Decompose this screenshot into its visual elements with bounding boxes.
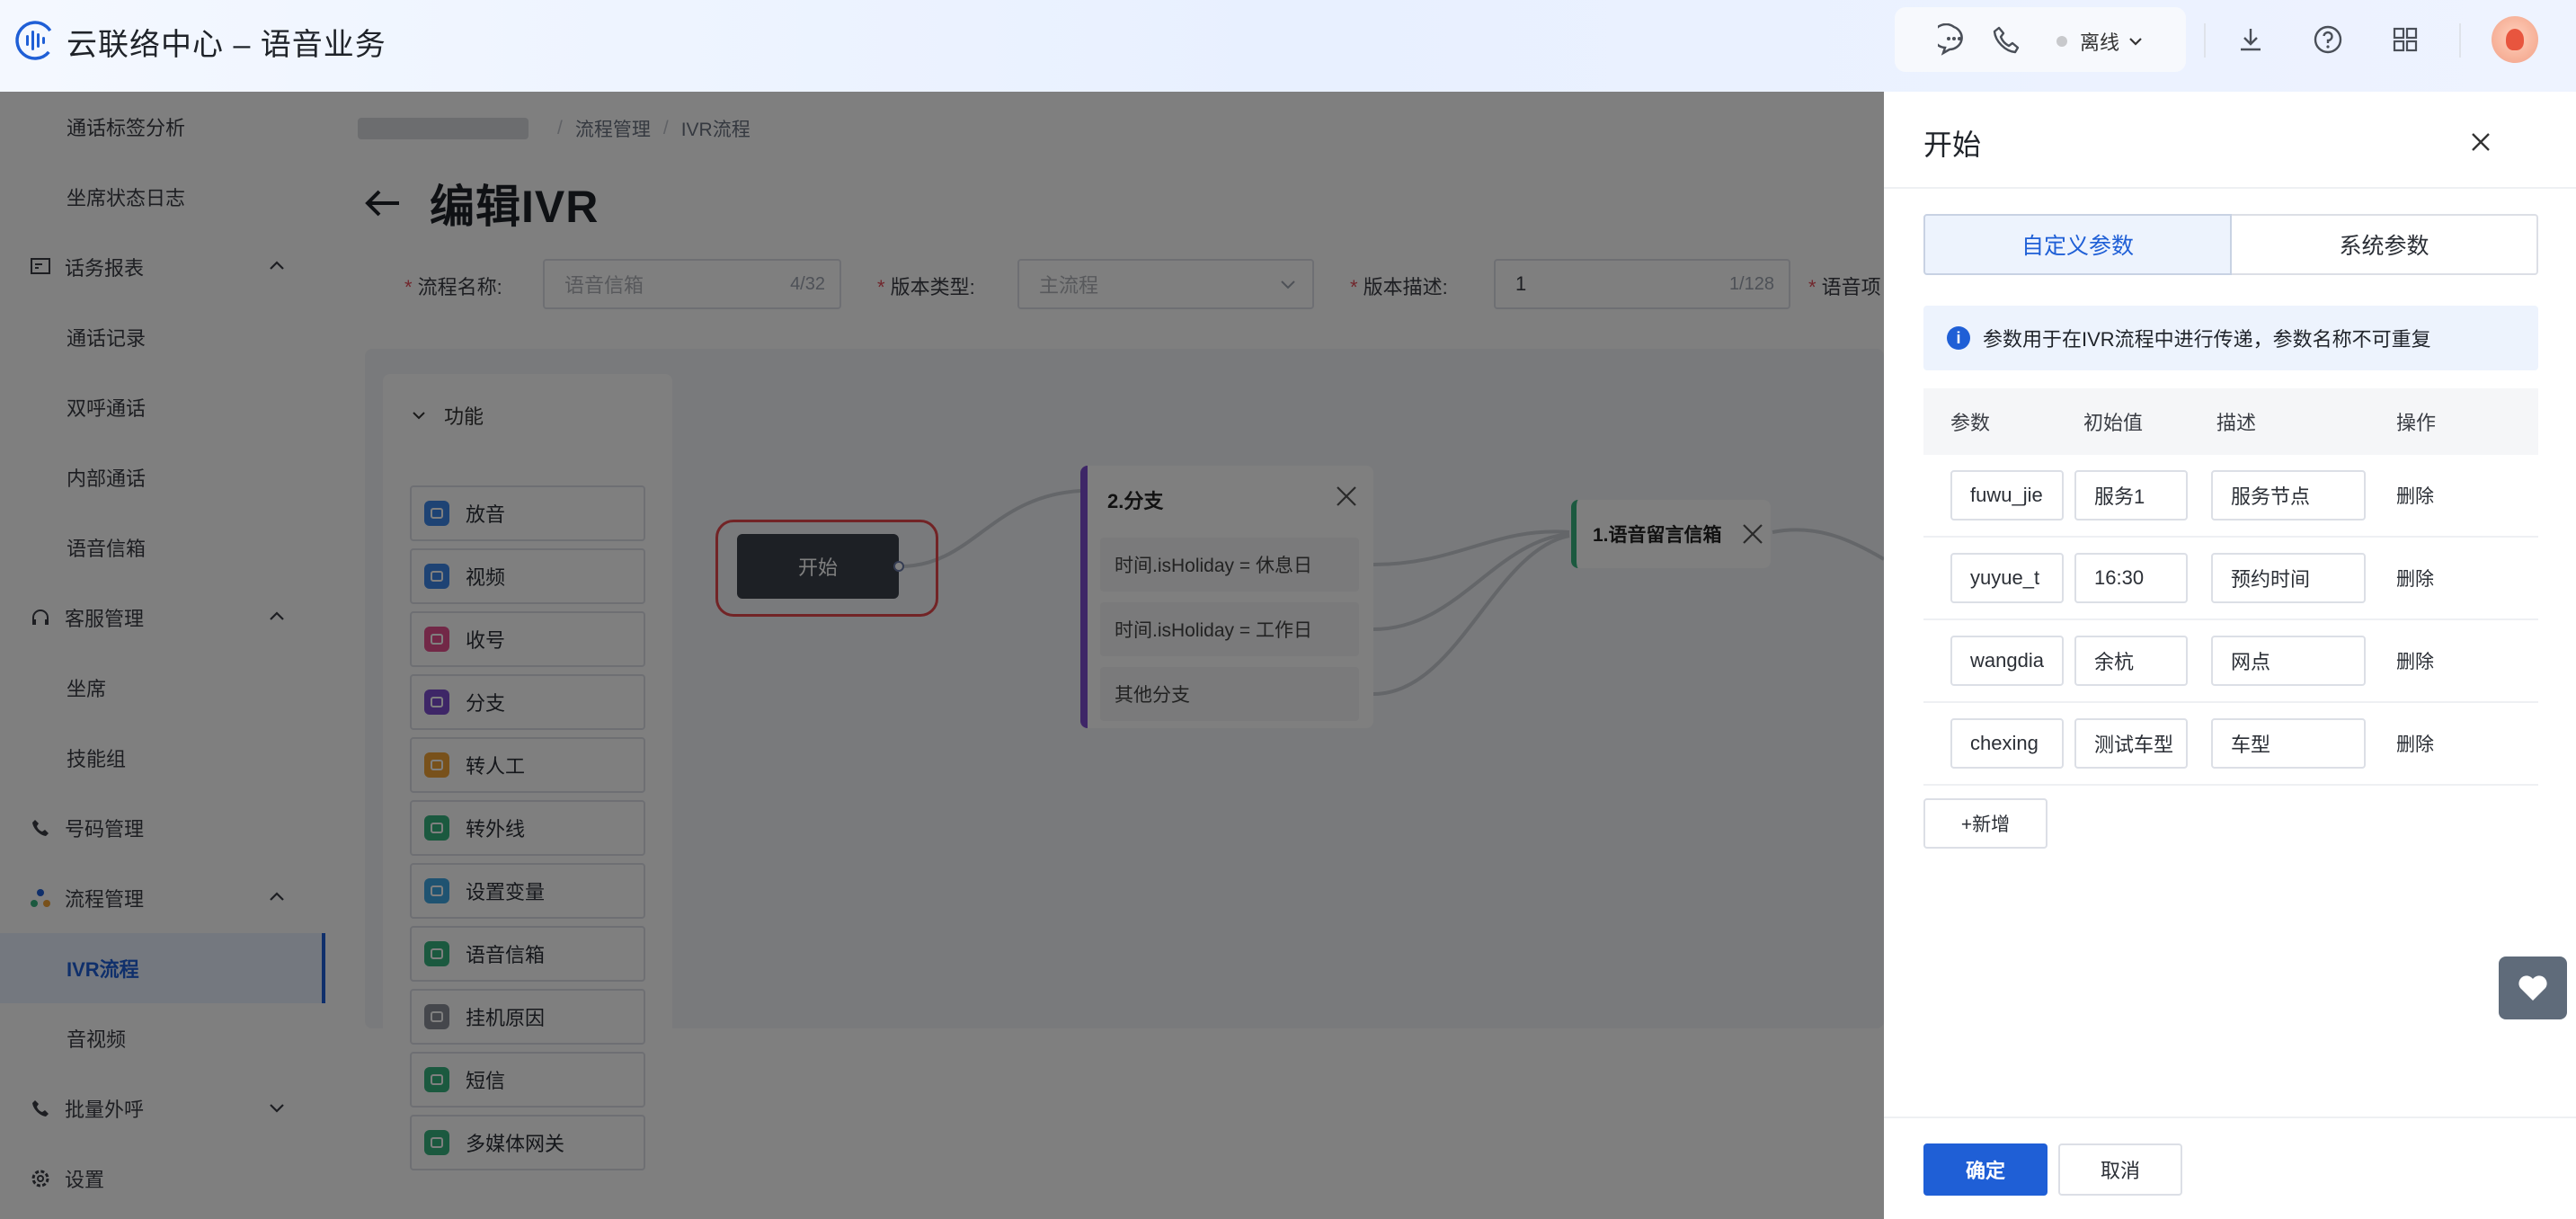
status-dot bbox=[2056, 36, 2067, 47]
param-desc-input[interactable]: 预约时间 bbox=[2211, 553, 2366, 603]
param-name-input[interactable]: fuwu_jie bbox=[1950, 470, 2064, 521]
table-row: fuwu_jie 服务1 服务节点 删除 bbox=[1923, 455, 2538, 538]
param-init-input[interactable]: 16:30 bbox=[2074, 553, 2188, 603]
status-label: 离线 bbox=[2080, 31, 2120, 54]
delete-link[interactable]: 删除 bbox=[2396, 652, 2434, 672]
app-title: 云联络中心 – 语音业务 bbox=[67, 28, 386, 62]
top-toolbar: 离线 bbox=[1895, 7, 2186, 72]
delete-link[interactable]: 删除 bbox=[2396, 569, 2434, 590]
info-notice: i 参数用于在IVR流程中进行传递，参数名称不可重复 bbox=[1923, 306, 2538, 370]
help-icon[interactable] bbox=[2310, 22, 2346, 58]
delete-link[interactable]: 删除 bbox=[2396, 486, 2434, 507]
close-icon[interactable] bbox=[2465, 126, 2497, 158]
param-name-input[interactable]: chexing bbox=[1950, 718, 2064, 769]
param-tabs: 自定义参数 系统参数 bbox=[1923, 214, 2538, 275]
cancel-button[interactable]: 取消 bbox=[2058, 1143, 2182, 1196]
confirm-button[interactable]: 确定 bbox=[1923, 1143, 2047, 1196]
apps-grid-icon[interactable] bbox=[2387, 22, 2423, 58]
param-desc-input[interactable]: 车型 bbox=[2211, 718, 2366, 769]
heart-icon bbox=[2518, 975, 2547, 1001]
param-desc-input[interactable]: 网点 bbox=[2211, 636, 2366, 686]
top-bar: 云联络中心 – 语音业务 离线 bbox=[0, 0, 2576, 92]
divider bbox=[2204, 23, 2206, 58]
param-desc-input[interactable]: 服务节点 bbox=[2211, 470, 2366, 521]
param-name-input[interactable]: yuyue_t bbox=[1950, 553, 2064, 603]
divider bbox=[1884, 187, 2576, 189]
divider bbox=[2459, 23, 2461, 58]
chat-icon[interactable] bbox=[1936, 22, 1972, 58]
modal-overlay[interactable] bbox=[0, 92, 1884, 1219]
table-row: wangdia 余杭 网点 删除 bbox=[1923, 620, 2538, 703]
chevron-down-icon bbox=[2129, 38, 2142, 46]
info-icon: i bbox=[1947, 326, 1970, 350]
param-init-input[interactable]: 服务1 bbox=[2074, 470, 2188, 521]
feedback-button[interactable] bbox=[2499, 957, 2567, 1019]
add-param-button[interactable]: +新增 bbox=[1923, 798, 2047, 849]
param-init-input[interactable]: 测试车型 bbox=[2074, 718, 2188, 769]
download-icon[interactable] bbox=[2233, 22, 2269, 58]
divider bbox=[1884, 1117, 2576, 1118]
phone-icon[interactable] bbox=[1988, 22, 2024, 58]
delete-link[interactable]: 删除 bbox=[2396, 734, 2434, 755]
param-name-input[interactable]: wangdia bbox=[1950, 636, 2064, 686]
avatar[interactable] bbox=[2492, 16, 2538, 63]
agent-status-dropdown[interactable]: 离线 bbox=[2056, 27, 2145, 56]
table-header: 参数 初始值 描述 操作 bbox=[1923, 388, 2538, 455]
table-row: chexing 测试车型 车型 删除 bbox=[1923, 703, 2538, 786]
node-settings-drawer: 开始 自定义参数 系统参数 i 参数用于在IVR流程中进行传递，参数名称不可重复… bbox=[1884, 92, 2576, 1219]
waveform-logo-icon bbox=[15, 21, 55, 60]
params-table: 参数 初始值 描述 操作 fuwu_jie 服务1 服务节点 删除 yuyue_… bbox=[1923, 388, 2538, 786]
table-row: yuyue_t 16:30 预约时间 删除 bbox=[1923, 538, 2538, 620]
tab-system-params[interactable]: 系统参数 bbox=[2232, 214, 2538, 275]
param-init-input[interactable]: 余杭 bbox=[2074, 636, 2188, 686]
tab-custom-params[interactable]: 自定义参数 bbox=[1923, 214, 2232, 275]
drawer-title: 开始 bbox=[1923, 129, 1982, 161]
